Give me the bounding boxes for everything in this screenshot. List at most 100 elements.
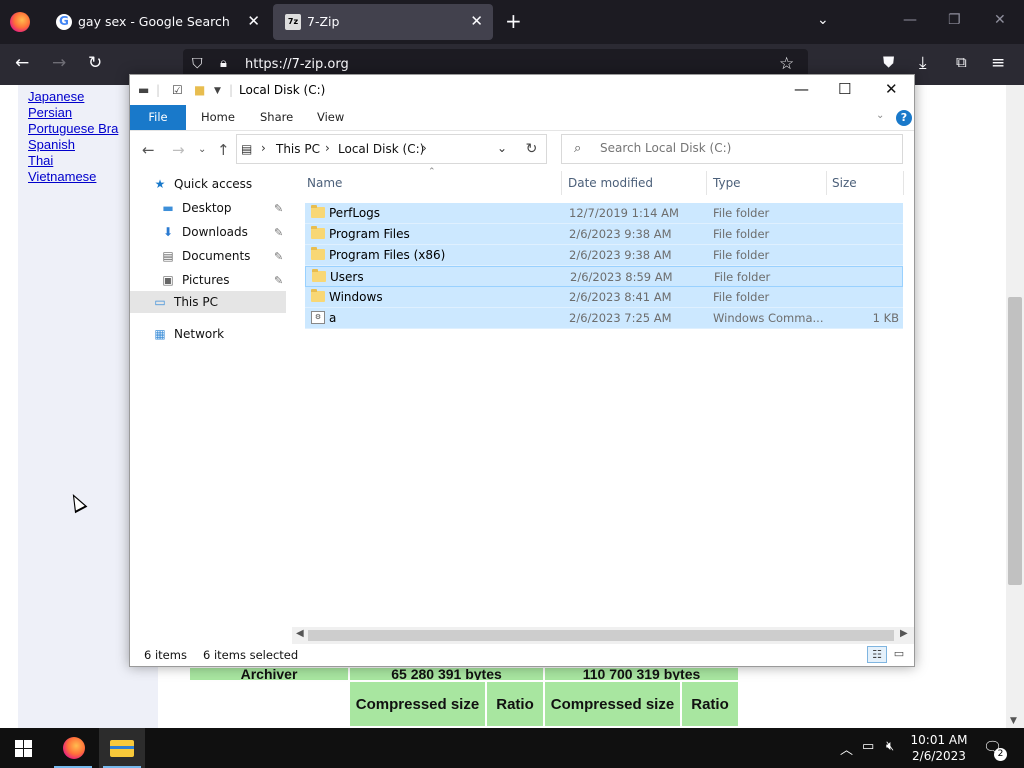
refresh-icon[interactable]: ↻ [517,134,547,164]
lock-icon[interactable]: 🔒︎ [220,56,227,71]
restore-icon[interactable]: ❐ [948,12,961,28]
close-icon[interactable]: ✕ [247,12,260,30]
scroll-down-icon[interactable]: ▼ [1010,716,1017,726]
horizontal-scrollbar[interactable]: ◀ ▶ [292,627,914,644]
tab-file[interactable]: File [130,105,186,130]
close-window-icon[interactable]: ✕ [994,12,1006,28]
nav-this-pc[interactable]: ▭ This PC [130,291,286,313]
scroll-right-icon[interactable]: ▶ [900,628,908,639]
search-input[interactable] [600,141,890,155]
nav-documents[interactable]: ▤ Documents [160,245,250,267]
lang-link[interactable]: Thai [28,153,118,169]
chevron-down-icon[interactable]: ⌄ [817,12,829,28]
chevron-down-icon[interactable]: ⌄ [876,110,884,121]
new-folder-icon[interactable]: ■ [194,83,205,97]
nav-quick-access[interactable]: ★ Quick access [152,173,253,195]
breadcrumb-local-disk[interactable]: Local Disk (C:) [338,142,424,156]
column-size[interactable]: Size [832,169,857,197]
recent-locations-icon[interactable]: ⌄ [198,144,206,155]
scroll-left-icon[interactable]: ◀ [296,628,304,639]
nav-pictures[interactable]: ▣ Pictures [160,269,230,291]
large-icons-view-icon[interactable]: ▭ [889,646,909,663]
drive-icon[interactable]: ▬ [138,83,149,97]
chevron-up-icon[interactable]: ︿ [840,739,853,758]
lang-link[interactable]: Persian [28,105,118,121]
pin-icon[interactable]: ✎ [274,202,283,215]
extensions-icon[interactable]: ⧉ [956,53,967,71]
column-divider [826,171,827,195]
file-row[interactable]: Windows 2/6/2023 8:41 AM File folder [305,287,903,308]
chevron-right-icon[interactable]: › [261,141,266,155]
explorer-title-bar[interactable]: ▬ | ☑ ■ ▼ | Local Disk (C:) — ☐ ✕ [130,75,914,105]
pin-icon[interactable]: ✎ [274,250,283,263]
nav-network[interactable]: ▦ Network [152,323,224,345]
column-type[interactable]: Type [713,169,741,197]
pocket-icon[interactable]: ⛊ [883,53,894,71]
properties-icon[interactable]: ☑ [172,83,183,97]
column-name[interactable]: Name [307,169,342,197]
system-clock[interactable]: 10:01 AM 2/6/2023 [908,732,970,764]
back-icon[interactable]: ← [142,141,155,159]
close-icon[interactable]: ✕ [470,12,483,30]
network-icon[interactable]: ▭ [862,739,874,754]
file-row[interactable]: ⚙ a 2/6/2023 7:25 AM Windows Comma... 1 … [305,308,903,329]
chevron-down-icon[interactable]: ⌄ [497,141,507,155]
file-name: a [329,311,337,325]
nav-downloads[interactable]: ⬇ Downloads [160,221,248,243]
download-icon[interactable]: ⤓ [919,53,927,73]
minimize-icon[interactable]: — [903,12,917,28]
volume-muted-icon[interactable]: 🔇︎ [886,739,894,754]
nav-desktop[interactable]: ▬ Desktop [160,197,232,219]
back-icon[interactable]: ← [15,53,29,73]
search-box[interactable]: ⌕ [561,134,903,164]
menu-icon[interactable]: ≡ [991,53,1005,73]
column-date-modified[interactable]: Date modified [568,169,653,197]
page-scrollbar[interactable]: ▼ [1006,85,1024,728]
up-icon[interactable]: ↑ [217,141,230,159]
firefox-icon[interactable] [10,12,30,32]
address-bar[interactable]: ▤ › This PC › Local Disk (C:) › ⌄ [236,134,547,164]
file-row[interactable]: Users 2/6/2023 8:59 AM File folder [305,266,903,287]
file-row[interactable]: PerfLogs 12/7/2019 1:14 AM File folder [305,203,903,224]
bookmark-star-icon[interactable]: ☆ [779,54,794,74]
chevron-right-icon[interactable]: › [422,141,427,155]
tab-7zip[interactable]: 7z 7-Zip ✕ [273,4,493,40]
pin-icon[interactable]: ✎ [274,274,283,287]
tab-share[interactable]: Share [260,105,293,130]
this-pc-icon: ▤ [241,142,253,156]
nav-label: Desktop [182,201,232,215]
chevron-right-icon[interactable]: › [325,141,330,155]
lang-link[interactable]: Spanish [28,137,118,153]
reload-icon[interactable]: ↻ [88,53,102,73]
file-type: File folder [714,270,771,284]
tab-home[interactable]: Home [201,105,235,130]
lang-link[interactable]: Vietnamese [28,169,118,185]
tab-google-search[interactable]: gay sex - Google Search ✕ [44,4,270,40]
tab-view[interactable]: View [317,105,344,130]
new-tab-button[interactable]: + [505,9,522,33]
file-row[interactable]: Program Files 2/6/2023 9:38 AM File fold… [305,224,903,245]
scrollbar-thumb[interactable] [308,630,894,641]
shield-icon[interactable]: ⛉ [192,56,203,72]
customize-quick-access-icon[interactable]: ▼ [214,86,221,96]
clock-time: 10:01 AM [910,733,968,747]
pin-icon[interactable]: ✎ [274,226,283,239]
maximize-icon[interactable]: ☐ [838,80,851,98]
file-row[interactable]: Program Files (x86) 2/6/2023 9:38 AM Fil… [305,245,903,266]
nav-label: Pictures [182,273,230,287]
taskbar-firefox[interactable] [50,728,96,768]
scrollbar-thumb[interactable] [1008,297,1022,585]
taskbar-file-explorer[interactable] [99,728,145,768]
close-icon[interactable]: ✕ [885,80,898,98]
help-icon[interactable]: ? [896,110,912,126]
breadcrumb-this-pc[interactable]: This PC [276,142,320,156]
forward-icon[interactable]: → [172,141,185,159]
language-list: Japanese Persian Portuguese Bra Spanish … [28,89,118,185]
url-text[interactable]: https://7-zip.org [245,57,349,72]
lang-link[interactable]: Japanese [28,89,118,105]
minimize-icon[interactable]: — [794,80,809,98]
lang-link[interactable]: Portuguese Bra [28,121,118,137]
details-view-icon[interactable]: ☷ [867,646,887,663]
windows-start-icon[interactable] [15,740,32,757]
forward-icon[interactable]: → [52,53,66,73]
